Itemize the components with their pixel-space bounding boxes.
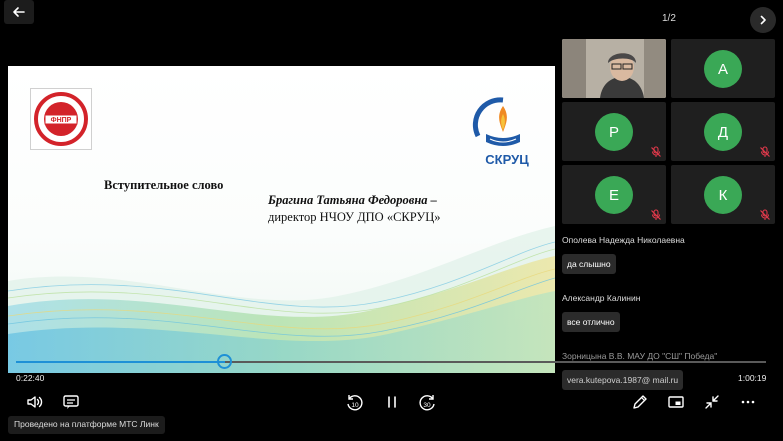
back-button[interactable] — [4, 0, 34, 24]
next-page-button[interactable] — [750, 7, 776, 33]
participant-avatar: Д — [704, 113, 742, 151]
participant-tile[interactable]: Р — [562, 102, 666, 161]
skruc-logo: СКРУЦ — [470, 86, 536, 176]
mic-off-icon — [651, 209, 661, 220]
platform-credit: Проведено на платформе МТС Линк — [8, 416, 165, 434]
participant-tile[interactable]: К — [671, 165, 775, 224]
fnpr-logo: ФНПР — [30, 88, 92, 150]
rewind-icon: 10 — [347, 395, 363, 411]
fnpr-emblem-icon: ФНПР — [34, 92, 88, 146]
chat-bubble-icon — [63, 395, 79, 409]
pause-icon — [388, 396, 396, 408]
pencil-icon — [633, 395, 647, 409]
forward-label: 30 — [423, 402, 431, 409]
fnpr-logo-text: ФНПР — [51, 117, 72, 124]
arrow-left-icon — [13, 7, 25, 17]
chat-message: да слышно — [562, 254, 616, 274]
exit-fullscreen-button[interactable] — [701, 391, 723, 413]
chat-message: все отлично — [562, 312, 620, 332]
forward-30-button[interactable]: 30 — [417, 391, 439, 413]
participant-video — [562, 39, 666, 98]
picture-in-picture-button[interactable] — [665, 391, 687, 413]
mic-off-icon — [760, 146, 770, 157]
more-horizontal-icon — [741, 400, 755, 404]
collapse-icon — [705, 395, 719, 409]
slide-intro-text: Вступительное слово — [104, 178, 224, 192]
presentation-slide: ФНПР СКРУЦ Вступительное слово Брагина Т… — [8, 66, 555, 373]
more-options-button[interactable] — [737, 391, 759, 413]
forward-icon: 30 — [419, 395, 435, 411]
chat-message: vera.kutepova.1987@ mail.ru — [562, 370, 684, 390]
chat-author: Александр Калинин — [562, 293, 641, 303]
slide-speaker-name: Брагина Татьяна Федоровна – — [268, 193, 437, 207]
mic-off-icon — [651, 146, 661, 157]
participant-avatar: А — [704, 50, 742, 88]
participant-tile[interactable]: Е — [562, 165, 666, 224]
participant-avatar: Е — [595, 176, 633, 214]
mic-off-icon — [760, 209, 770, 220]
chat-author: Зорницына В.В. МАУ ДО "СШ" Победа" — [562, 351, 718, 361]
participant-avatar: К — [704, 176, 742, 214]
participant-avatar: Р — [595, 113, 633, 151]
chat-author: Ополева Надежда Николаевна — [562, 235, 685, 245]
draw-button[interactable] — [629, 391, 651, 413]
participant-tile[interactable]: А — [671, 39, 775, 98]
chevron-right-icon — [760, 15, 766, 25]
skruc-emblem-icon: СКРУЦ — [472, 97, 529, 167]
rewind-10-button[interactable]: 10 — [343, 391, 365, 413]
progress-fill — [16, 361, 225, 363]
participant-video-tile[interactable] — [562, 39, 666, 98]
participant-tile[interactable]: Д — [671, 102, 775, 161]
volume-icon — [27, 396, 43, 408]
rewind-label: 10 — [351, 402, 359, 409]
skruc-logo-text: СКРУЦ — [485, 152, 529, 167]
subtitles-button[interactable] — [60, 391, 82, 413]
current-time: 0:22:40 — [16, 373, 45, 383]
pause-button[interactable] — [381, 391, 403, 413]
picture-in-picture-icon — [668, 396, 684, 408]
total-time: 1:00:19 — [738, 373, 767, 383]
volume-button[interactable] — [24, 391, 46, 413]
progress-thumb[interactable] — [217, 354, 232, 369]
page-indicator: 1/2 — [662, 13, 676, 24]
slide-speaker-role: директор НЧОУ ДПО «СКРУЦ» — [268, 210, 441, 224]
